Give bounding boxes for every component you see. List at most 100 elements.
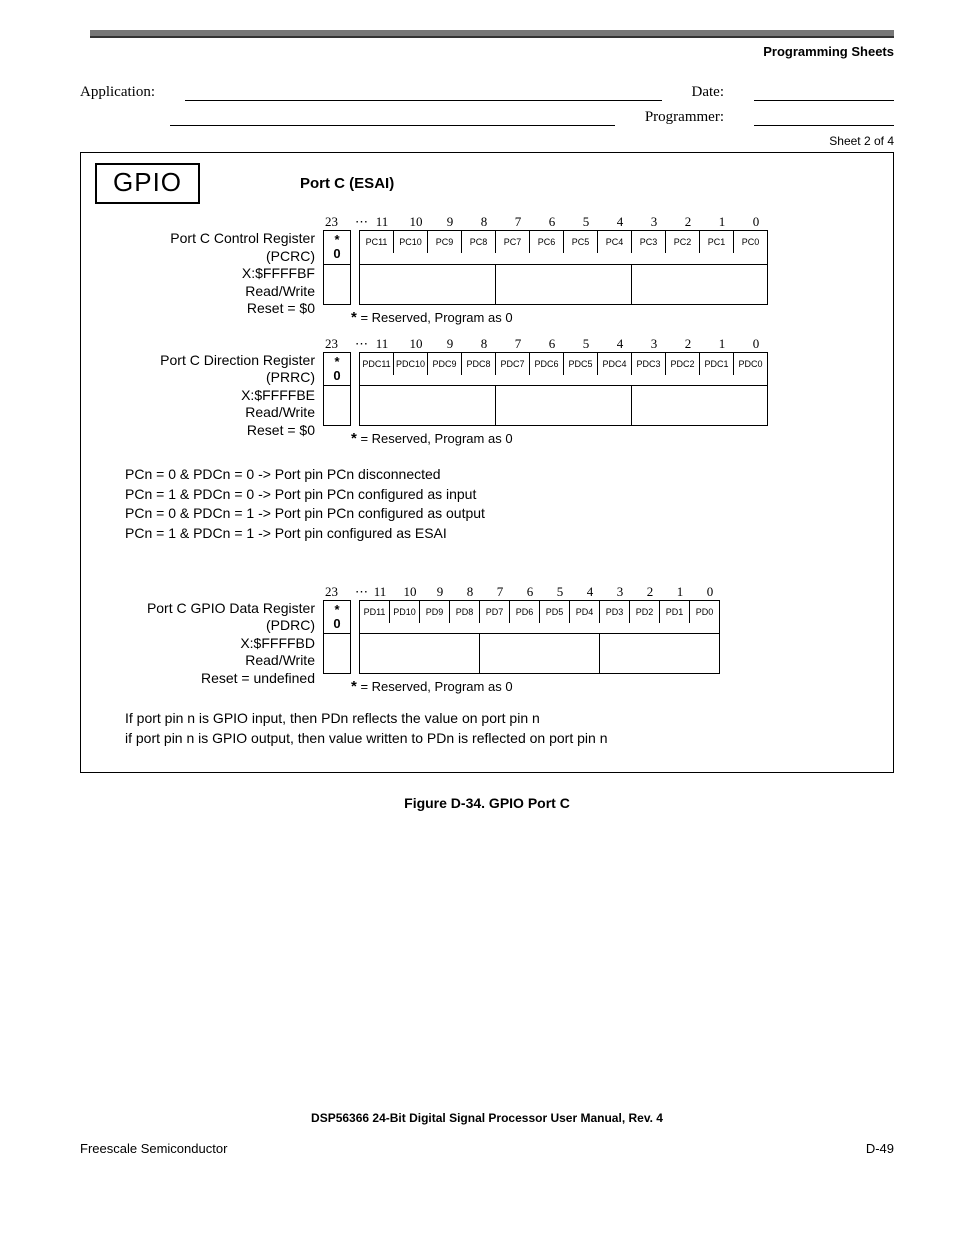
bitnum: 10	[395, 584, 425, 600]
bit-cell: PD7	[480, 601, 510, 623]
top-rule	[90, 30, 894, 38]
bitnum: 5	[545, 584, 575, 600]
bitnum: 11	[365, 336, 399, 352]
bitnum: 6	[515, 584, 545, 600]
bit-cell: PDC1	[700, 353, 734, 375]
bit-cell: PC2	[666, 231, 700, 253]
bit-cell: PC8	[462, 231, 496, 253]
bit-cell: PD6	[510, 601, 540, 623]
bitnum: 4	[603, 336, 637, 352]
note-line: If port pin n is GPIO input, then PDn re…	[125, 709, 879, 729]
bit-cell: PD2	[630, 601, 660, 623]
bit-cell: PDC0	[734, 353, 767, 375]
reserved-text: = Reserved, Program as 0	[357, 310, 513, 325]
bitnum: 2	[635, 584, 665, 600]
figure-caption: Figure D-34. GPIO Port C	[80, 795, 894, 811]
bit-cell: PD4	[570, 601, 600, 623]
bit-cell: PC11	[360, 231, 394, 253]
note-line: PCn = 1 & PDCn = 0 -> Port pin PCn confi…	[125, 485, 879, 505]
bitnum: 3	[605, 584, 635, 600]
bit-cell: PDC3	[632, 353, 666, 375]
bitnum: 5	[569, 336, 603, 352]
reg3-short: (PDRC)	[95, 617, 315, 635]
reg2-addr: X:$FFFFBE	[95, 387, 315, 405]
bitnum: 9	[433, 336, 467, 352]
reg1-addr: X:$FFFFBF	[95, 265, 315, 283]
register-pdrc: Port C GPIO Data Register (PDRC) X:$FFFF…	[95, 584, 879, 696]
bit-cell: PC5	[564, 231, 598, 253]
bitnum: 7	[485, 584, 515, 600]
reserved-text: = Reserved, Program as 0	[357, 679, 513, 694]
footer-right: D-49	[866, 1141, 894, 1156]
bitnum: ⋯	[355, 336, 365, 352]
bit-cell: PC3	[632, 231, 666, 253]
config-notes: PCn = 0 & PDCn = 0 -> Port pin PCn disco…	[125, 465, 879, 543]
reg2-rw: Read/Write	[95, 404, 315, 422]
bitnum: 10	[399, 214, 433, 230]
reg1-reset: Reset = $0	[95, 300, 315, 318]
bit-cell: PD0	[690, 601, 719, 623]
bit-cell: PD3	[600, 601, 630, 623]
note-line: PCn = 0 & PDCn = 1 -> Port pin PCn confi…	[125, 504, 879, 524]
reg1-rw: Read/Write	[95, 283, 315, 301]
bitnum: 3	[637, 214, 671, 230]
diagram-box: GPIO Port C (ESAI) Port C Control Regist…	[80, 152, 894, 773]
reserved-star: *	[324, 603, 350, 617]
bitnum: 23	[325, 336, 355, 352]
bitnum: 2	[671, 214, 705, 230]
bit-cell: PC4	[598, 231, 632, 253]
note-line: if port pin n is GPIO output, then value…	[125, 729, 879, 749]
bit-cell: PDC9	[428, 353, 462, 375]
reg1-name: Port C Control Register	[95, 230, 315, 248]
bit-cell: PC6	[530, 231, 564, 253]
note-line: PCn = 1 & PDCn = 1 -> Port pin configure…	[125, 524, 879, 544]
bit-cell: PD11	[360, 601, 390, 623]
port-title: Port C (ESAI)	[300, 175, 394, 192]
bitnum: 4	[575, 584, 605, 600]
bitnum: ⋯	[355, 214, 365, 230]
bitnum: 4	[603, 214, 637, 230]
bitnum: 8	[467, 336, 501, 352]
bit-cell: PD5	[540, 601, 570, 623]
bitnum: 23	[325, 214, 355, 230]
date-line	[754, 86, 894, 101]
reserved-zero: 0	[324, 369, 350, 383]
bit-cell: PDC10	[394, 353, 428, 375]
reg2-short: (PRRC)	[95, 369, 315, 387]
bitnum: 7	[501, 336, 535, 352]
bitnum: 11	[365, 584, 395, 600]
application-label: Application:	[80, 84, 155, 101]
reserved-star: *	[324, 233, 350, 247]
bitnum: 6	[535, 336, 569, 352]
bit-cell: PDC6	[530, 353, 564, 375]
bitnum: 9	[425, 584, 455, 600]
bit-cell: PDC7	[496, 353, 530, 375]
bit-cell: PDC5	[564, 353, 598, 375]
reserved-zero: 0	[324, 617, 350, 631]
bit-cell: PD10	[390, 601, 420, 623]
gpio-notes: If port pin n is GPIO input, then PDn re…	[125, 709, 879, 748]
bit-cell: PC0	[734, 231, 767, 253]
bitnum: 0	[695, 584, 725, 600]
bitnum: 0	[739, 336, 773, 352]
reg2-name: Port C Direction Register	[95, 352, 315, 370]
bit-cell: PC7	[496, 231, 530, 253]
reserved-star: *	[324, 355, 350, 369]
application-line	[185, 86, 662, 101]
bitnum: 5	[569, 214, 603, 230]
reg3-reset: Reset = undefined	[95, 670, 315, 688]
footer-left: Freescale Semiconductor	[80, 1141, 227, 1156]
bitnum: ⋯	[355, 584, 365, 600]
section-header: Programming Sheets	[80, 44, 894, 59]
bit-cell: PC9	[428, 231, 462, 253]
application-line2	[170, 111, 615, 126]
reg3-name: Port C GPIO Data Register	[95, 600, 315, 618]
programmer-label: Programmer:	[645, 109, 724, 126]
bitnum: 0	[739, 214, 773, 230]
bitnum: 3	[637, 336, 671, 352]
bit-cell: PD1	[660, 601, 690, 623]
bitnum: 1	[705, 214, 739, 230]
reg1-short: (PCRC)	[95, 248, 315, 266]
bitnum: 6	[535, 214, 569, 230]
note-line: PCn = 0 & PDCn = 0 -> Port pin PCn disco…	[125, 465, 879, 485]
